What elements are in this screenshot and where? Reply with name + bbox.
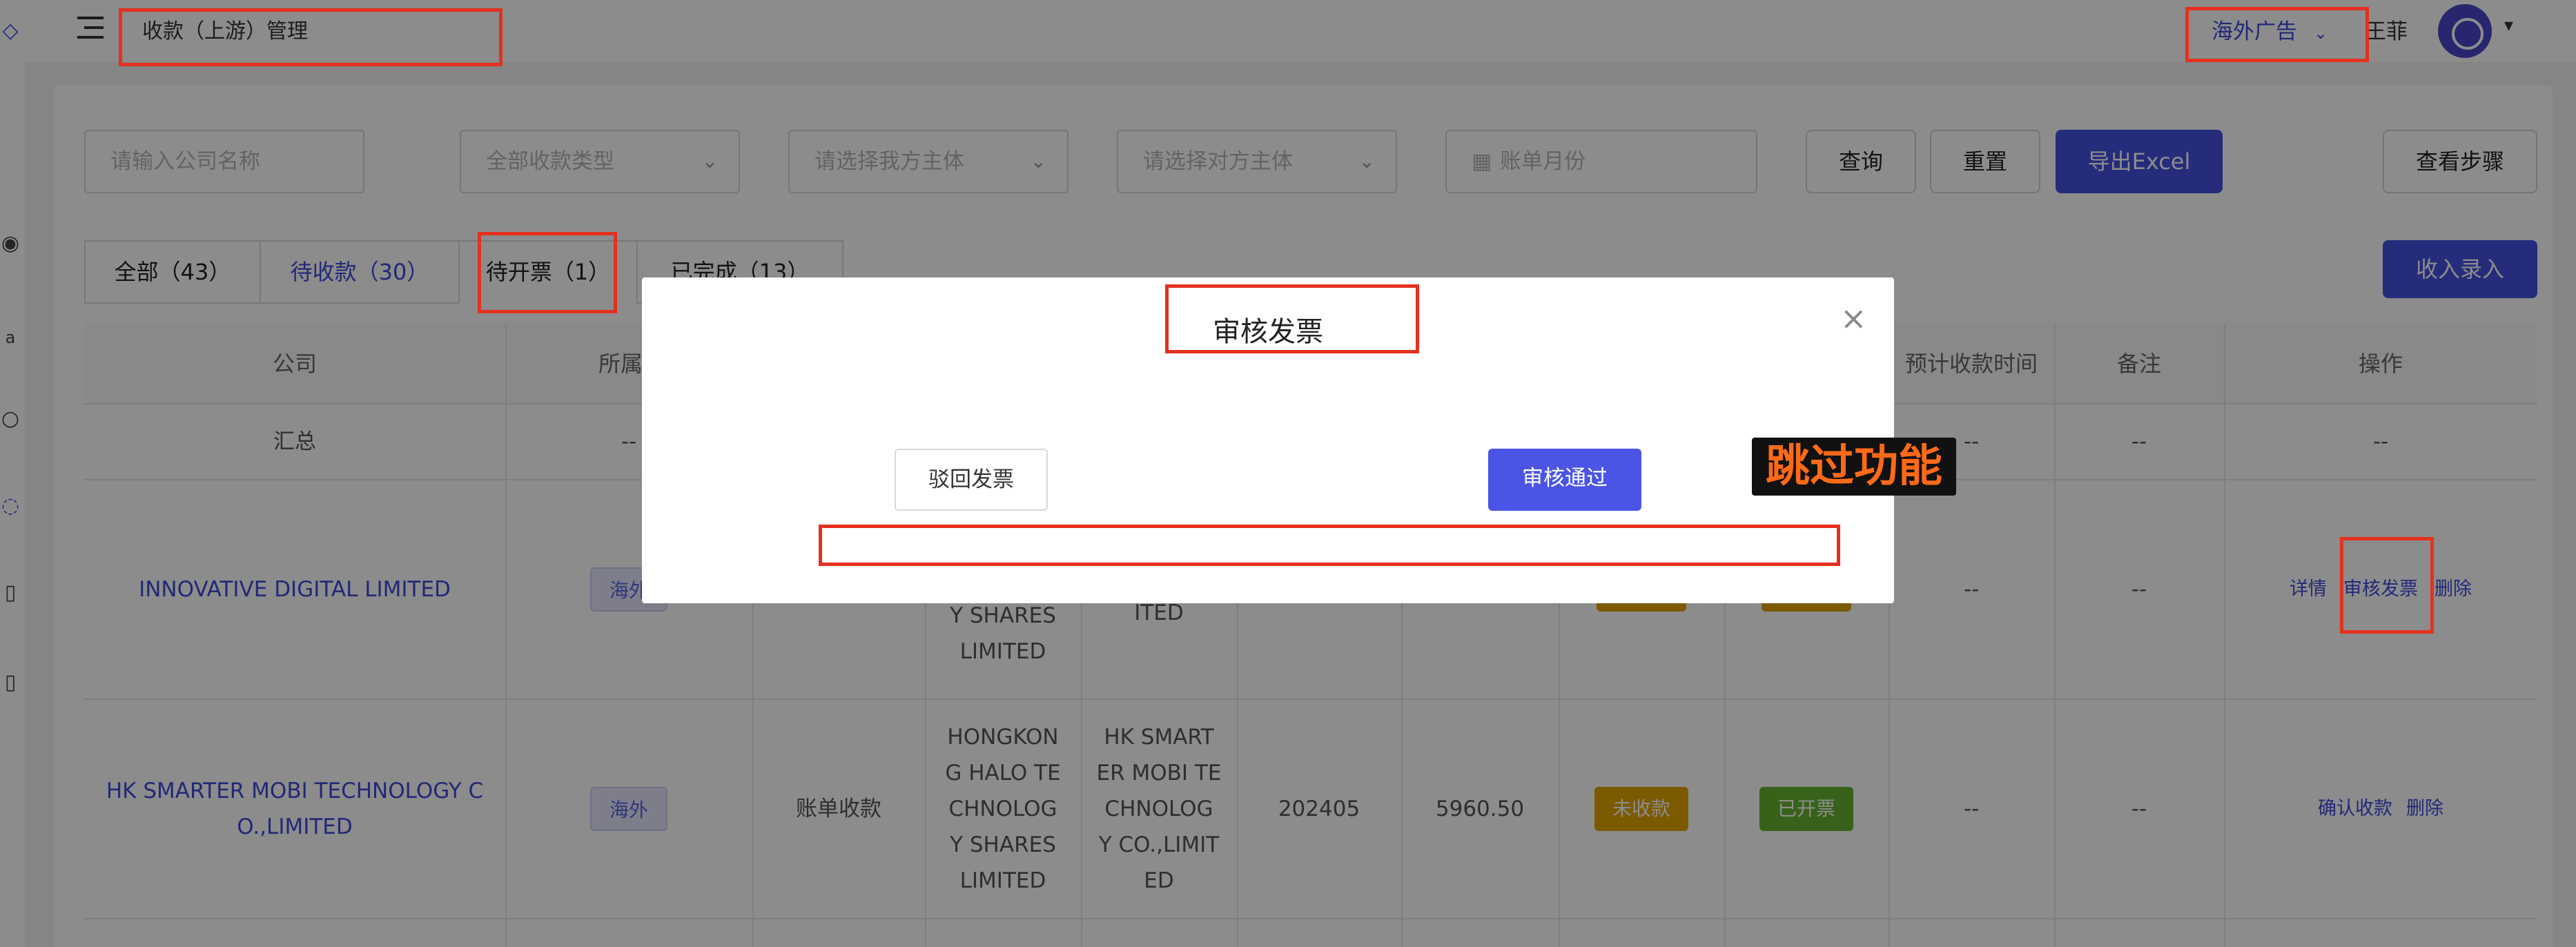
annotation-region-box — [2185, 7, 2369, 62]
reject-invoice-button[interactable]: 驳回发票 — [895, 449, 1048, 511]
close-icon[interactable]: × — [1840, 302, 1867, 334]
annotation-tab-box — [478, 232, 617, 313]
annotation-empty-box — [819, 525, 1840, 566]
skip-feature-label: 跳过功能 — [1752, 438, 1956, 496]
annotation-modal-title-box — [1165, 284, 1419, 353]
approve-invoice-button[interactable]: 审核通过 — [1488, 449, 1641, 511]
annotation-page-title-box — [119, 8, 502, 66]
annotation-review-link-box — [2340, 537, 2434, 634]
